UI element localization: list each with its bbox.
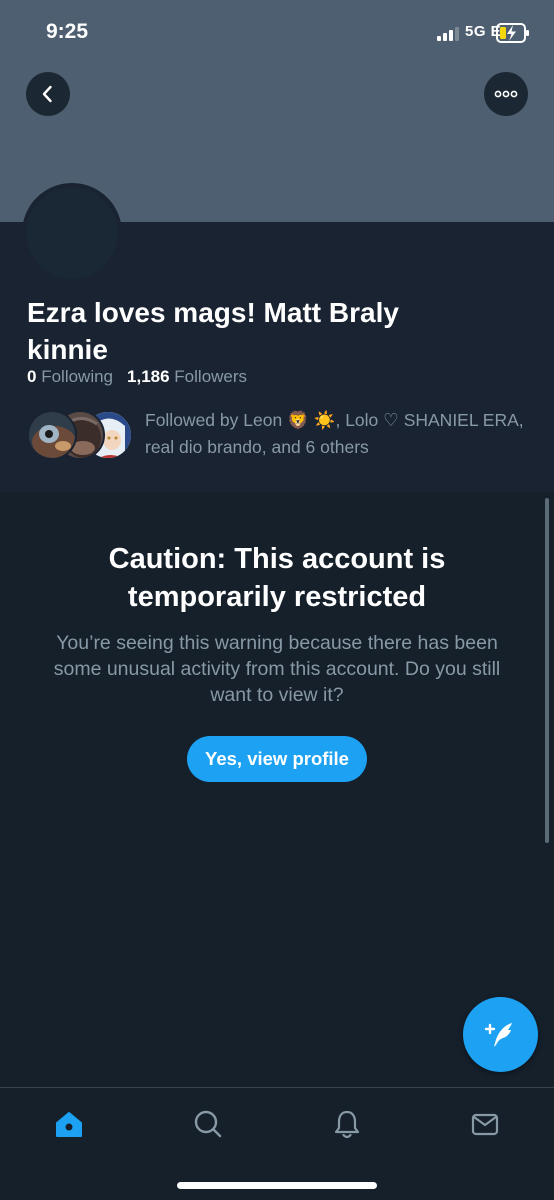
tab-search[interactable]	[190, 1106, 226, 1142]
mail-icon	[471, 1113, 499, 1136]
profile-stats: 0 Following 1,186 Followers	[27, 367, 247, 387]
restriction-warning: Caution: This account is temporarily res…	[0, 540, 554, 782]
follower-avatar	[27, 410, 77, 460]
compose-tweet-icon	[484, 1022, 512, 1047]
more-horizontal-icon	[494, 90, 518, 98]
bell-icon	[334, 1110, 360, 1139]
followers-label: Followers	[174, 367, 248, 386]
warning-body: You’re seeing this warning because there…	[53, 632, 501, 706]
avatar[interactable]	[22, 183, 122, 283]
search-icon	[194, 1110, 222, 1138]
home-indicator[interactable]	[177, 1182, 377, 1189]
followed-by-avatars[interactable]	[27, 410, 137, 462]
cellular-signal-icon	[437, 27, 459, 41]
tab-notifications[interactable]	[329, 1106, 365, 1142]
following-link[interactable]: 0 Following	[27, 367, 113, 386]
home-icon	[56, 1112, 82, 1137]
view-profile-button[interactable]: Yes, view profile	[187, 736, 367, 782]
status-bar: 9:25 5G E	[0, 0, 554, 70]
tab-messages[interactable]	[467, 1106, 503, 1142]
back-button[interactable]	[26, 72, 70, 116]
following-count: 0	[27, 367, 37, 386]
followers-count: 1,186	[127, 367, 170, 386]
status-time: 9:25	[46, 20, 89, 43]
followed-by-text[interactable]: Followed by Leon 🦁 ☀️, Lolo ♡ SHANIEL ER…	[145, 407, 535, 461]
compose-tweet-button[interactable]	[463, 997, 538, 1072]
followers-link[interactable]: 1,186 Followers	[127, 367, 247, 386]
more-options-button[interactable]	[484, 72, 528, 116]
warning-title: Caution: This account is temporarily res…	[108, 543, 446, 613]
following-label: Following	[41, 367, 114, 386]
battery-charging-icon	[496, 23, 529, 43]
chevron-left-icon	[42, 85, 52, 103]
scrollbar[interactable]	[545, 498, 549, 843]
tab-home[interactable]	[51, 1106, 87, 1142]
display-name: Ezra loves mags! Matt Braly kinnie	[27, 297, 399, 365]
